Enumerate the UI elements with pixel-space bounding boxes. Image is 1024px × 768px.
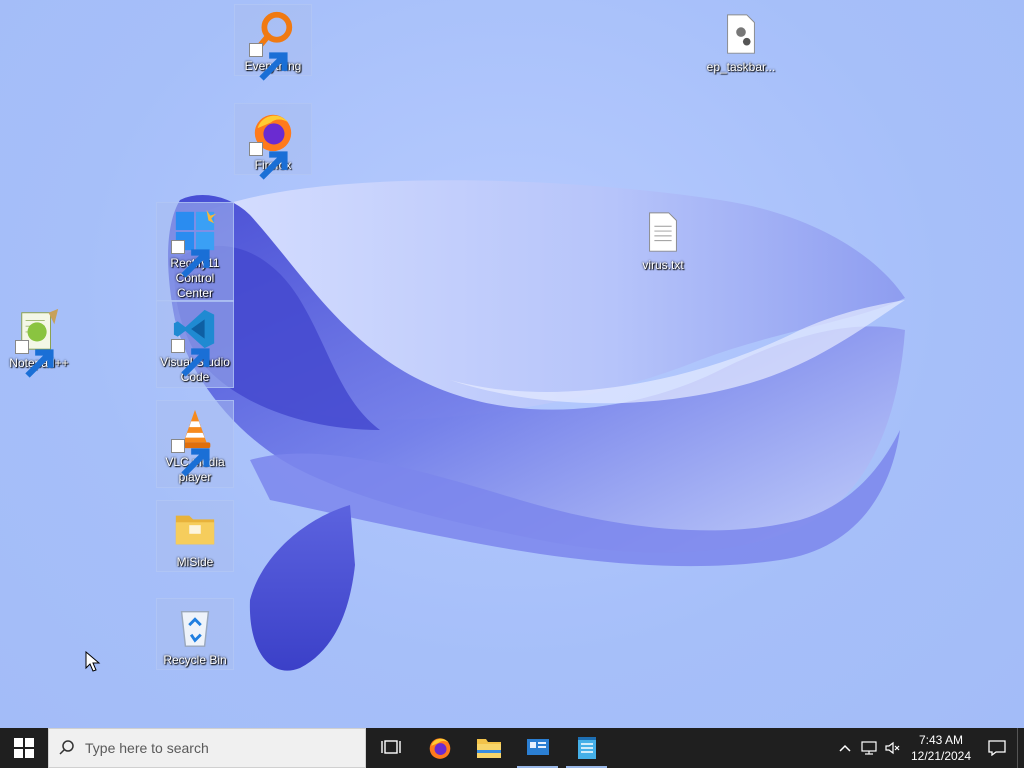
vlc-cone-icon bbox=[171, 405, 219, 477]
desktop-icon-label: virus.txt bbox=[642, 258, 684, 272]
recycle-bin-icon bbox=[171, 603, 219, 651]
taskbar-notepad[interactable] bbox=[562, 728, 611, 768]
taskbar-search-box[interactable]: Type here to search bbox=[48, 728, 366, 768]
vscode-icon bbox=[171, 305, 219, 377]
desktop-icon-label: MiSide bbox=[176, 555, 214, 569]
task-view-icon bbox=[380, 740, 401, 754]
clock-time: 7:43 AM bbox=[918, 733, 964, 747]
text-file-icon bbox=[639, 208, 687, 256]
taskbar-firefox[interactable] bbox=[415, 728, 464, 768]
task-view-button[interactable] bbox=[366, 728, 415, 768]
desktop-icon-notepad-plus-plus[interactable]: Notepad++ bbox=[0, 302, 78, 378]
speaker-muted-icon bbox=[885, 741, 900, 755]
desktop[interactable]: Everything Firefox Rectify11 Control Cen… bbox=[0, 0, 1024, 728]
desktop-icon-everything[interactable]: Everything bbox=[234, 4, 312, 81]
windows-logo-icon bbox=[171, 207, 219, 278]
shortcut-arrow-icon bbox=[171, 240, 210, 278]
shortcut-arrow-icon bbox=[249, 142, 288, 180]
desktop-icon-label: ep_taskbar... bbox=[706, 60, 776, 74]
file-explorer-icon bbox=[476, 739, 501, 758]
system-tray: 7:43 AM 12/21/2024 bbox=[833, 728, 1024, 768]
taskbar-clock[interactable]: 7:43 AM 12/21/2024 bbox=[905, 732, 977, 764]
notepad-icon bbox=[577, 737, 596, 759]
wallpaper-bloom bbox=[168, 180, 905, 671]
folder-icon bbox=[171, 505, 219, 553]
start-button[interactable] bbox=[0, 728, 48, 768]
notepad-plus-plus-icon bbox=[15, 306, 63, 378]
volume-button[interactable] bbox=[881, 728, 905, 768]
desktop-icon-label: Recycle Bin bbox=[163, 653, 227, 667]
desktop-icon-vlc[interactable]: VLC media player bbox=[156, 400, 234, 488]
clock-date: 12/21/2024 bbox=[910, 749, 972, 763]
desktop-icon-ep-taskbar[interactable]: ep_taskbar... bbox=[702, 6, 780, 78]
desktop-icon-firefox[interactable]: Firefox bbox=[234, 103, 312, 180]
taskbar: Type here to search 7:43 AM 12/21/2024 bbox=[0, 728, 1024, 768]
desktop-icon-miside[interactable]: MiSide bbox=[156, 500, 234, 572]
search-placeholder: Type here to search bbox=[85, 740, 209, 756]
windows-logo-icon bbox=[14, 738, 34, 758]
desktop-icon-virus-txt[interactable]: virus.txt bbox=[624, 204, 702, 276]
notification-icon bbox=[988, 740, 1006, 756]
control-panel-icon bbox=[526, 739, 549, 755]
shortcut-arrow-icon bbox=[15, 340, 54, 378]
mouse-pointer-icon bbox=[85, 651, 101, 672]
network-icon bbox=[861, 741, 877, 755]
everything-app-icon bbox=[249, 9, 297, 81]
shortcut-arrow-icon bbox=[171, 339, 210, 377]
firefox-icon bbox=[429, 738, 450, 759]
network-button[interactable] bbox=[857, 728, 881, 768]
action-center-button[interactable] bbox=[977, 728, 1017, 768]
shortcut-arrow-icon bbox=[171, 439, 210, 477]
firefox-icon bbox=[249, 108, 297, 180]
taskbar-control-panel[interactable] bbox=[513, 728, 562, 768]
taskbar-file-explorer[interactable] bbox=[464, 728, 513, 768]
desktop-icon-vscode[interactable]: Visual Studio Code bbox=[156, 300, 234, 388]
settings-file-icon bbox=[717, 10, 765, 58]
chevron-up-icon bbox=[839, 744, 851, 752]
search-icon bbox=[49, 739, 85, 757]
show-hidden-icons-button[interactable] bbox=[833, 728, 857, 768]
show-desktop-button[interactable] bbox=[1017, 728, 1024, 768]
desktop-icon-recycle-bin[interactable]: Recycle Bin bbox=[156, 598, 234, 670]
shortcut-arrow-icon bbox=[249, 43, 288, 81]
desktop-icon-rectify11[interactable]: Rectify11 Control Center bbox=[156, 202, 234, 302]
